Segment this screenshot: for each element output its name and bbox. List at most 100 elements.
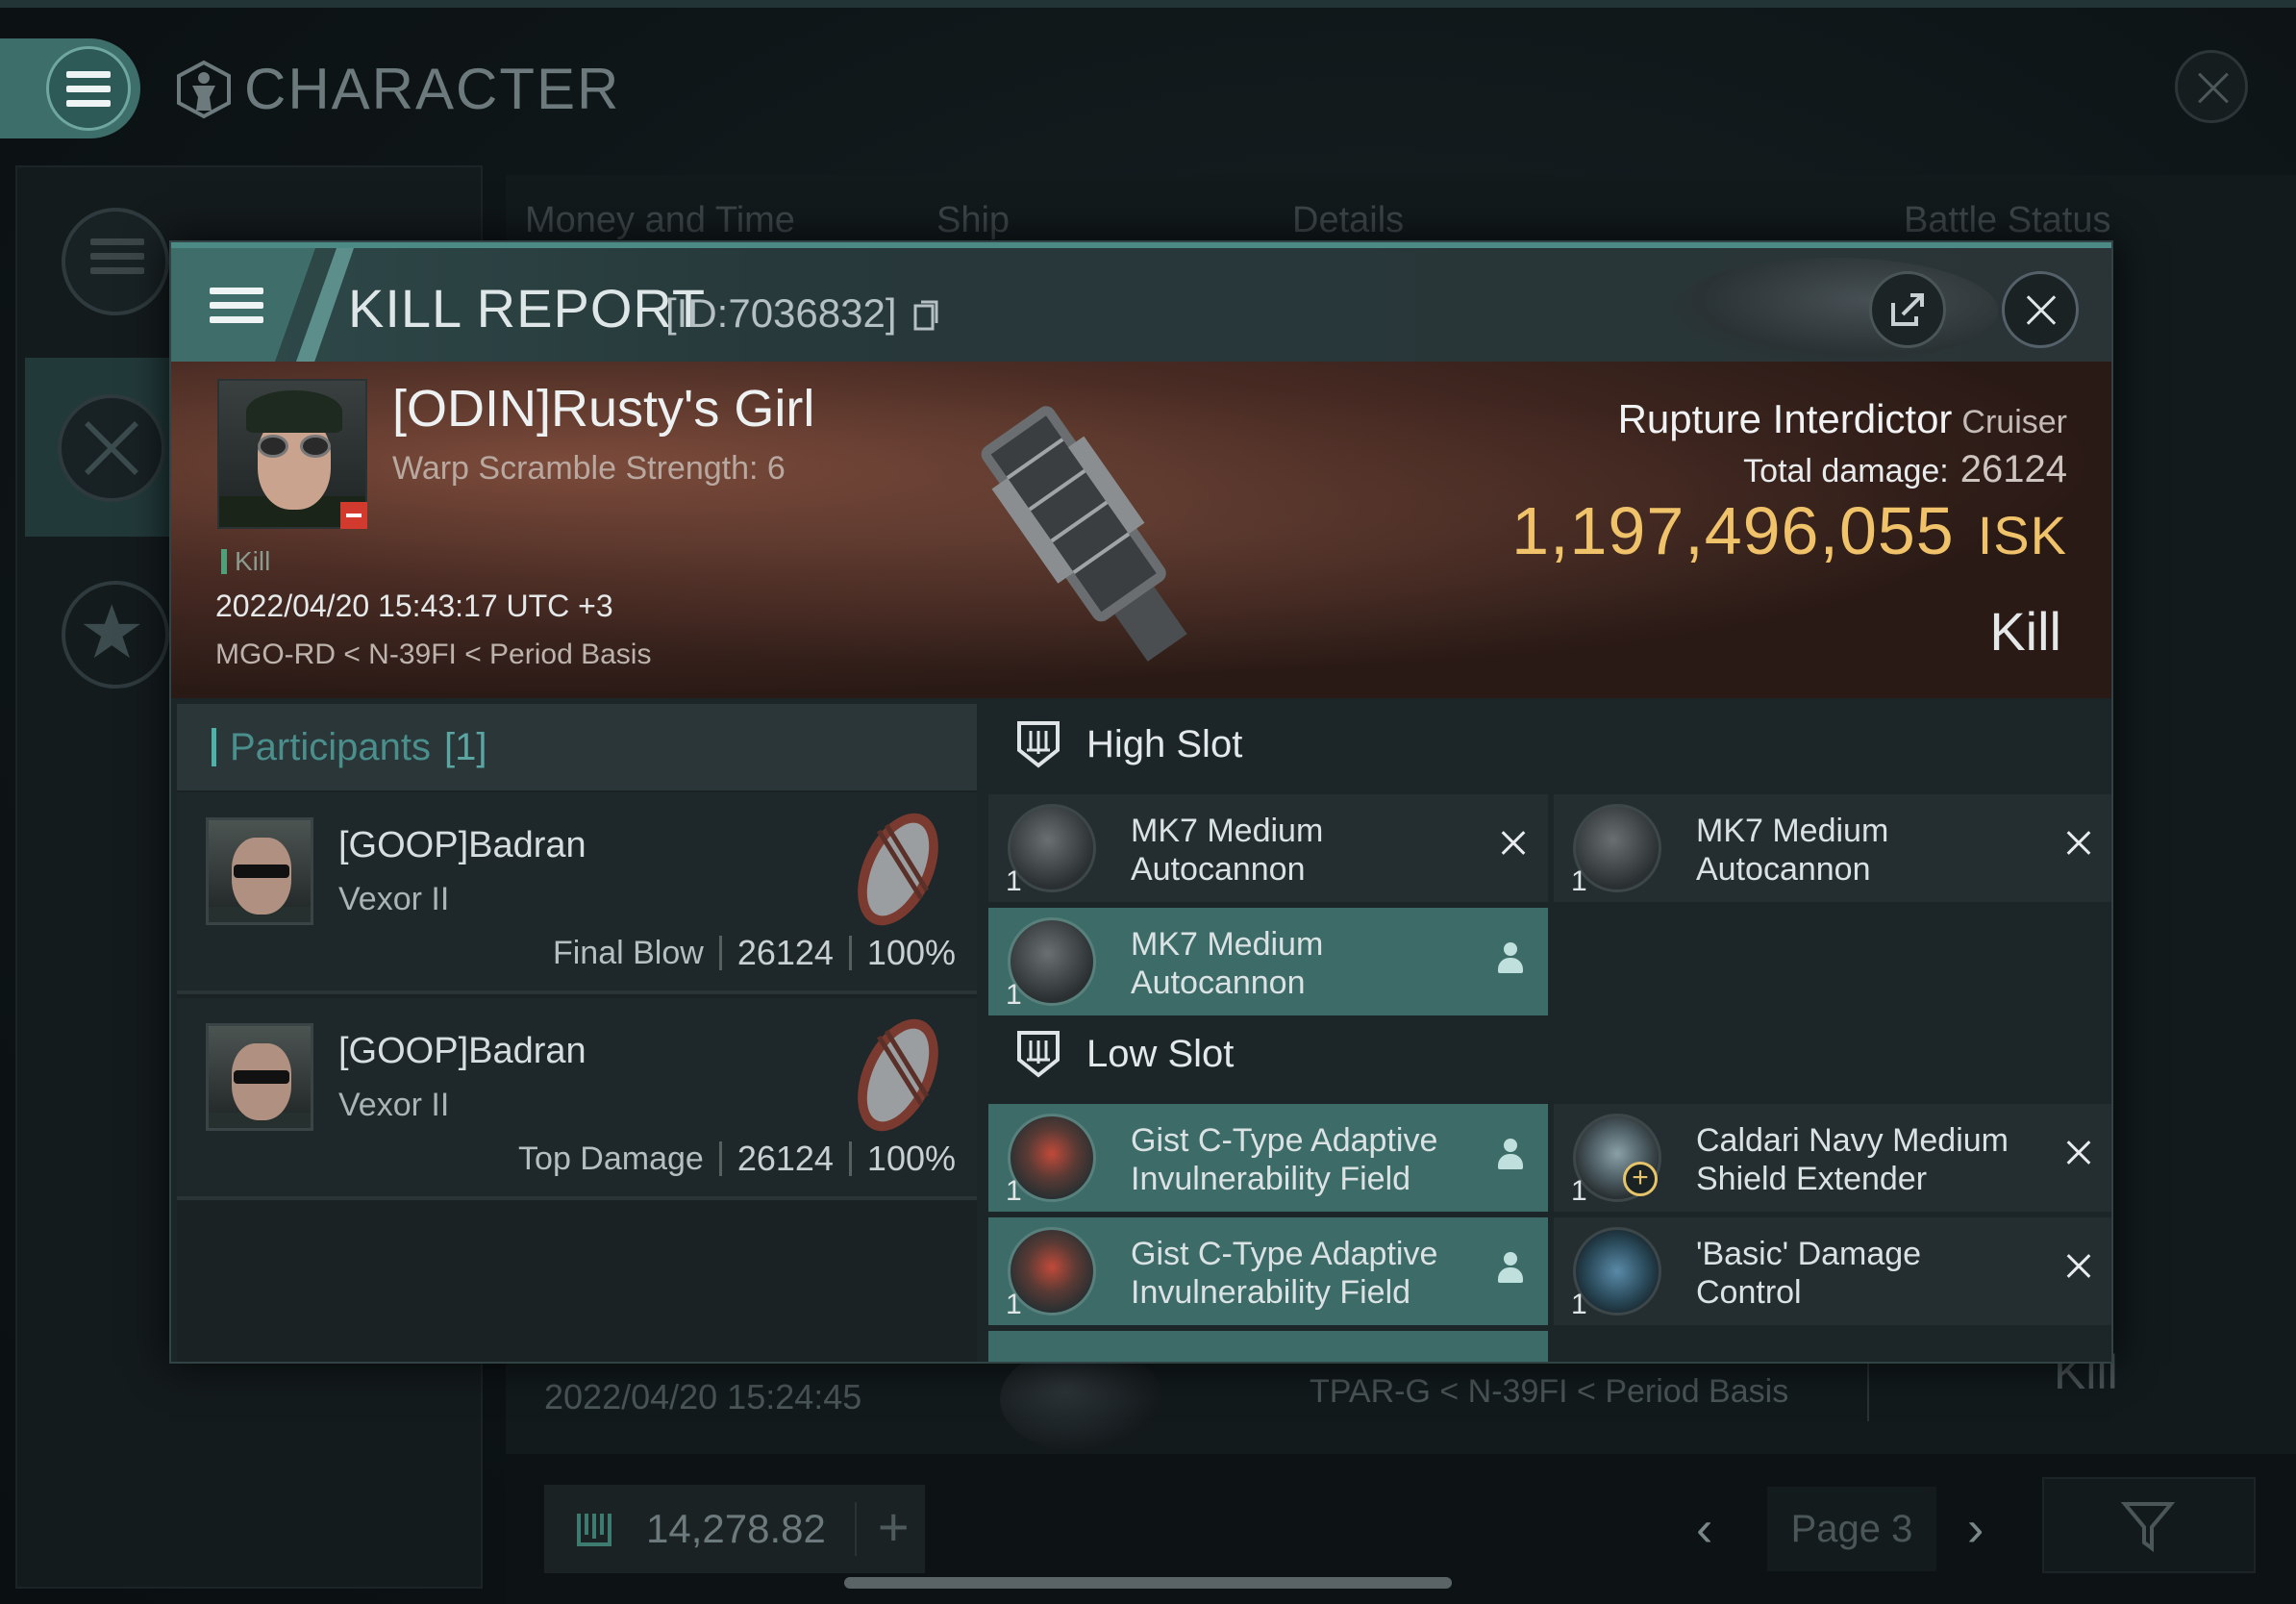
participant-card-top-damage[interactable]: [GOOP]Badran Vexor II Top Damage 26124 1… bbox=[177, 998, 977, 1200]
ship-render[interactable] bbox=[979, 381, 1210, 689]
history-row-location: TPAR-G < N-39FI < Period Basis bbox=[1310, 1373, 1789, 1410]
participant-name[interactable]: [GOOP]Badran bbox=[338, 1031, 586, 1072]
character-icon bbox=[177, 60, 231, 118]
warp-scramble-strength: Warp Scramble Strength: 6 bbox=[392, 450, 786, 487]
participant-percent: 100% bbox=[866, 1139, 956, 1178]
participant-ship: Vexor II bbox=[338, 881, 450, 917]
kill-location[interactable]: MGO-RD < N-39FI < Period Basis bbox=[215, 639, 651, 671]
dialog-close-button[interactable] bbox=[2002, 271, 2079, 348]
low-slot-item[interactable]: + 1 Caldari Navy Medium Shield Extender bbox=[1554, 1104, 2111, 1212]
item-name: Caldari Navy Medium Shield Extender bbox=[1696, 1122, 2009, 1197]
column-header-ship[interactable]: Ship bbox=[936, 200, 1010, 241]
hamburger-icon bbox=[210, 287, 263, 323]
item-name: MK7 Medium Autocannon bbox=[1696, 813, 1889, 888]
dialog-header: KILL REPORT [ID:7036832] bbox=[171, 242, 2111, 363]
destroyed-icon bbox=[2063, 1252, 2092, 1281]
low-slot-label: Low Slot bbox=[1086, 1032, 1235, 1075]
item-quantity: 1 bbox=[1006, 865, 1022, 897]
app-root: CHARACTER Money and Time Ship Details Ba… bbox=[0, 0, 2296, 1604]
participant-avatar[interactable] bbox=[206, 1023, 313, 1131]
header-ship-silhouette bbox=[1671, 258, 1998, 363]
window-title-text: CHARACTER bbox=[244, 57, 621, 121]
standing-minus-icon bbox=[340, 502, 367, 529]
participant-card-final-blow[interactable]: [GOOP]Badran Vexor II Final Blow 26124 1… bbox=[177, 792, 977, 994]
total-damage: Total damage: 26124 bbox=[1743, 448, 2067, 491]
item-name: MK7 Medium Autocannon bbox=[1131, 926, 1324, 1001]
participant-avatar[interactable] bbox=[206, 817, 313, 925]
isk-amount: 1,197,496,055 bbox=[1511, 493, 1955, 568]
column-header-money-time[interactable]: Money and Time bbox=[525, 200, 795, 241]
dropped-person-icon bbox=[1496, 1252, 1525, 1287]
item-name: 'Basic' Damage Control bbox=[1696, 1236, 1922, 1311]
fitting-panel: High Slot 1 MK7 Medium Autocannon 1 MK7 … bbox=[983, 704, 2111, 1362]
header-accent-bar bbox=[212, 728, 216, 766]
participant-role: Final Blow bbox=[552, 934, 704, 971]
item-quantity: 1 bbox=[1006, 1175, 1022, 1207]
item-quantity: 1 bbox=[1571, 1289, 1587, 1320]
filter-icon bbox=[2121, 1502, 2176, 1552]
copy-icon[interactable] bbox=[913, 300, 938, 331]
participant-name[interactable]: [GOOP]Badran bbox=[338, 825, 586, 866]
main-menu-button[interactable] bbox=[0, 38, 140, 138]
high-slot-icon bbox=[1017, 721, 1060, 768]
item-name: MK7 Medium Autocannon bbox=[1131, 813, 1324, 888]
participant-percent: 100% bbox=[866, 933, 956, 972]
horizontal-scrollbar[interactable] bbox=[844, 1577, 1452, 1589]
wallet-icon bbox=[577, 1514, 611, 1546]
victim-banner: [ODIN]Rusty's Girl Warp Scramble Strengt… bbox=[171, 362, 2111, 698]
next-page-icon[interactable]: › bbox=[1967, 1500, 1984, 1558]
window-close-button[interactable] bbox=[2175, 50, 2248, 123]
kill-report-dialog: KILL REPORT [ID:7036832] [ODIN]Rusty's G… bbox=[169, 240, 2113, 1364]
high-slot-header: High Slot bbox=[983, 717, 1242, 771]
item-quantity: 1 bbox=[1571, 865, 1587, 897]
victim-name[interactable]: [ODIN]Rusty's Girl bbox=[392, 379, 814, 439]
destroyed-icon bbox=[2063, 1139, 2092, 1167]
kill-datetime: 2022/04/20 15:43:17 UTC +3 bbox=[215, 589, 613, 623]
low-slot-icon bbox=[1017, 1031, 1060, 1078]
participants-header[interactable]: Participants [1] bbox=[177, 704, 977, 790]
high-slot-item[interactable]: 1 MK7 Medium Autocannon bbox=[988, 908, 1548, 1015]
high-slot-item[interactable]: 1 MK7 Medium Autocannon bbox=[1554, 794, 2111, 902]
column-header-battle-status[interactable]: Battle Status bbox=[1904, 200, 2110, 241]
ship-name[interactable]: Rupture Interdictor Cruiser bbox=[1618, 396, 2067, 442]
isk-unit: ISK bbox=[1977, 505, 2067, 565]
kill-tag-text: Kill bbox=[235, 546, 271, 576]
low-slot-header: Low Slot bbox=[983, 1027, 1234, 1081]
isk-value: 1,197,496,055 ISK bbox=[1511, 492, 2067, 569]
column-header-details[interactable]: Details bbox=[1292, 200, 1404, 241]
star-badge-icon[interactable] bbox=[62, 581, 169, 689]
list-menu-icon[interactable] bbox=[62, 208, 169, 315]
destroyed-icon bbox=[2063, 829, 2092, 858]
dropped-person-icon bbox=[1496, 1139, 1525, 1173]
total-damage-label: Total damage: bbox=[1743, 453, 1949, 489]
ship-name-text: Rupture Interdictor bbox=[1617, 396, 1953, 441]
low-slot-item[interactable]: 1 Gist C-Type Adaptive Invulnerability F… bbox=[988, 1104, 1548, 1212]
high-slot-item[interactable]: 1 MK7 Medium Autocannon bbox=[988, 794, 1548, 902]
participants-panel: Participants [1] [GOOP]Badran Vexor II F… bbox=[177, 704, 977, 1362]
total-damage-value: 26124 bbox=[1959, 448, 2067, 490]
add-funds-button[interactable]: + bbox=[854, 1500, 910, 1556]
history-row-date: 2022/04/20 15:24:45 bbox=[544, 1377, 862, 1416]
low-slot-item[interactable]: 1 Gist C-Type Adaptive Invulnerability F… bbox=[988, 1217, 1548, 1325]
participant-damage: 26124 bbox=[736, 933, 834, 972]
destroyed-icon bbox=[1498, 829, 1527, 858]
item-name: Gist C-Type Adaptive Invulnerability Fie… bbox=[1131, 1236, 1438, 1311]
external-link-icon bbox=[1891, 293, 1924, 326]
prev-page-icon[interactable]: ‹ bbox=[1696, 1500, 1712, 1558]
report-id[interactable]: [ID:7036832] bbox=[665, 290, 938, 337]
wallet-balance: 14,278.82 bbox=[646, 1506, 826, 1551]
dialog-title: KILL REPORT bbox=[348, 278, 707, 338]
share-button[interactable] bbox=[1869, 271, 1946, 348]
item-quantity: 1 bbox=[1571, 1175, 1587, 1207]
low-slot-item-partial[interactable] bbox=[988, 1331, 1548, 1362]
participants-count: [1] bbox=[443, 725, 487, 768]
result-label: Kill bbox=[1989, 601, 2061, 662]
dialog-menu-button[interactable] bbox=[171, 248, 315, 362]
participant-role: Top Damage bbox=[518, 1140, 704, 1177]
low-slot-item[interactable]: 1 'Basic' Damage Control bbox=[1554, 1217, 2111, 1325]
report-id-text: [ID:7036832] bbox=[665, 290, 897, 336]
crossed-swords-icon[interactable] bbox=[58, 394, 165, 502]
participant-damage: 26124 bbox=[736, 1139, 834, 1178]
filter-button[interactable] bbox=[2042, 1477, 2256, 1573]
participants-label: Participants bbox=[230, 725, 431, 768]
